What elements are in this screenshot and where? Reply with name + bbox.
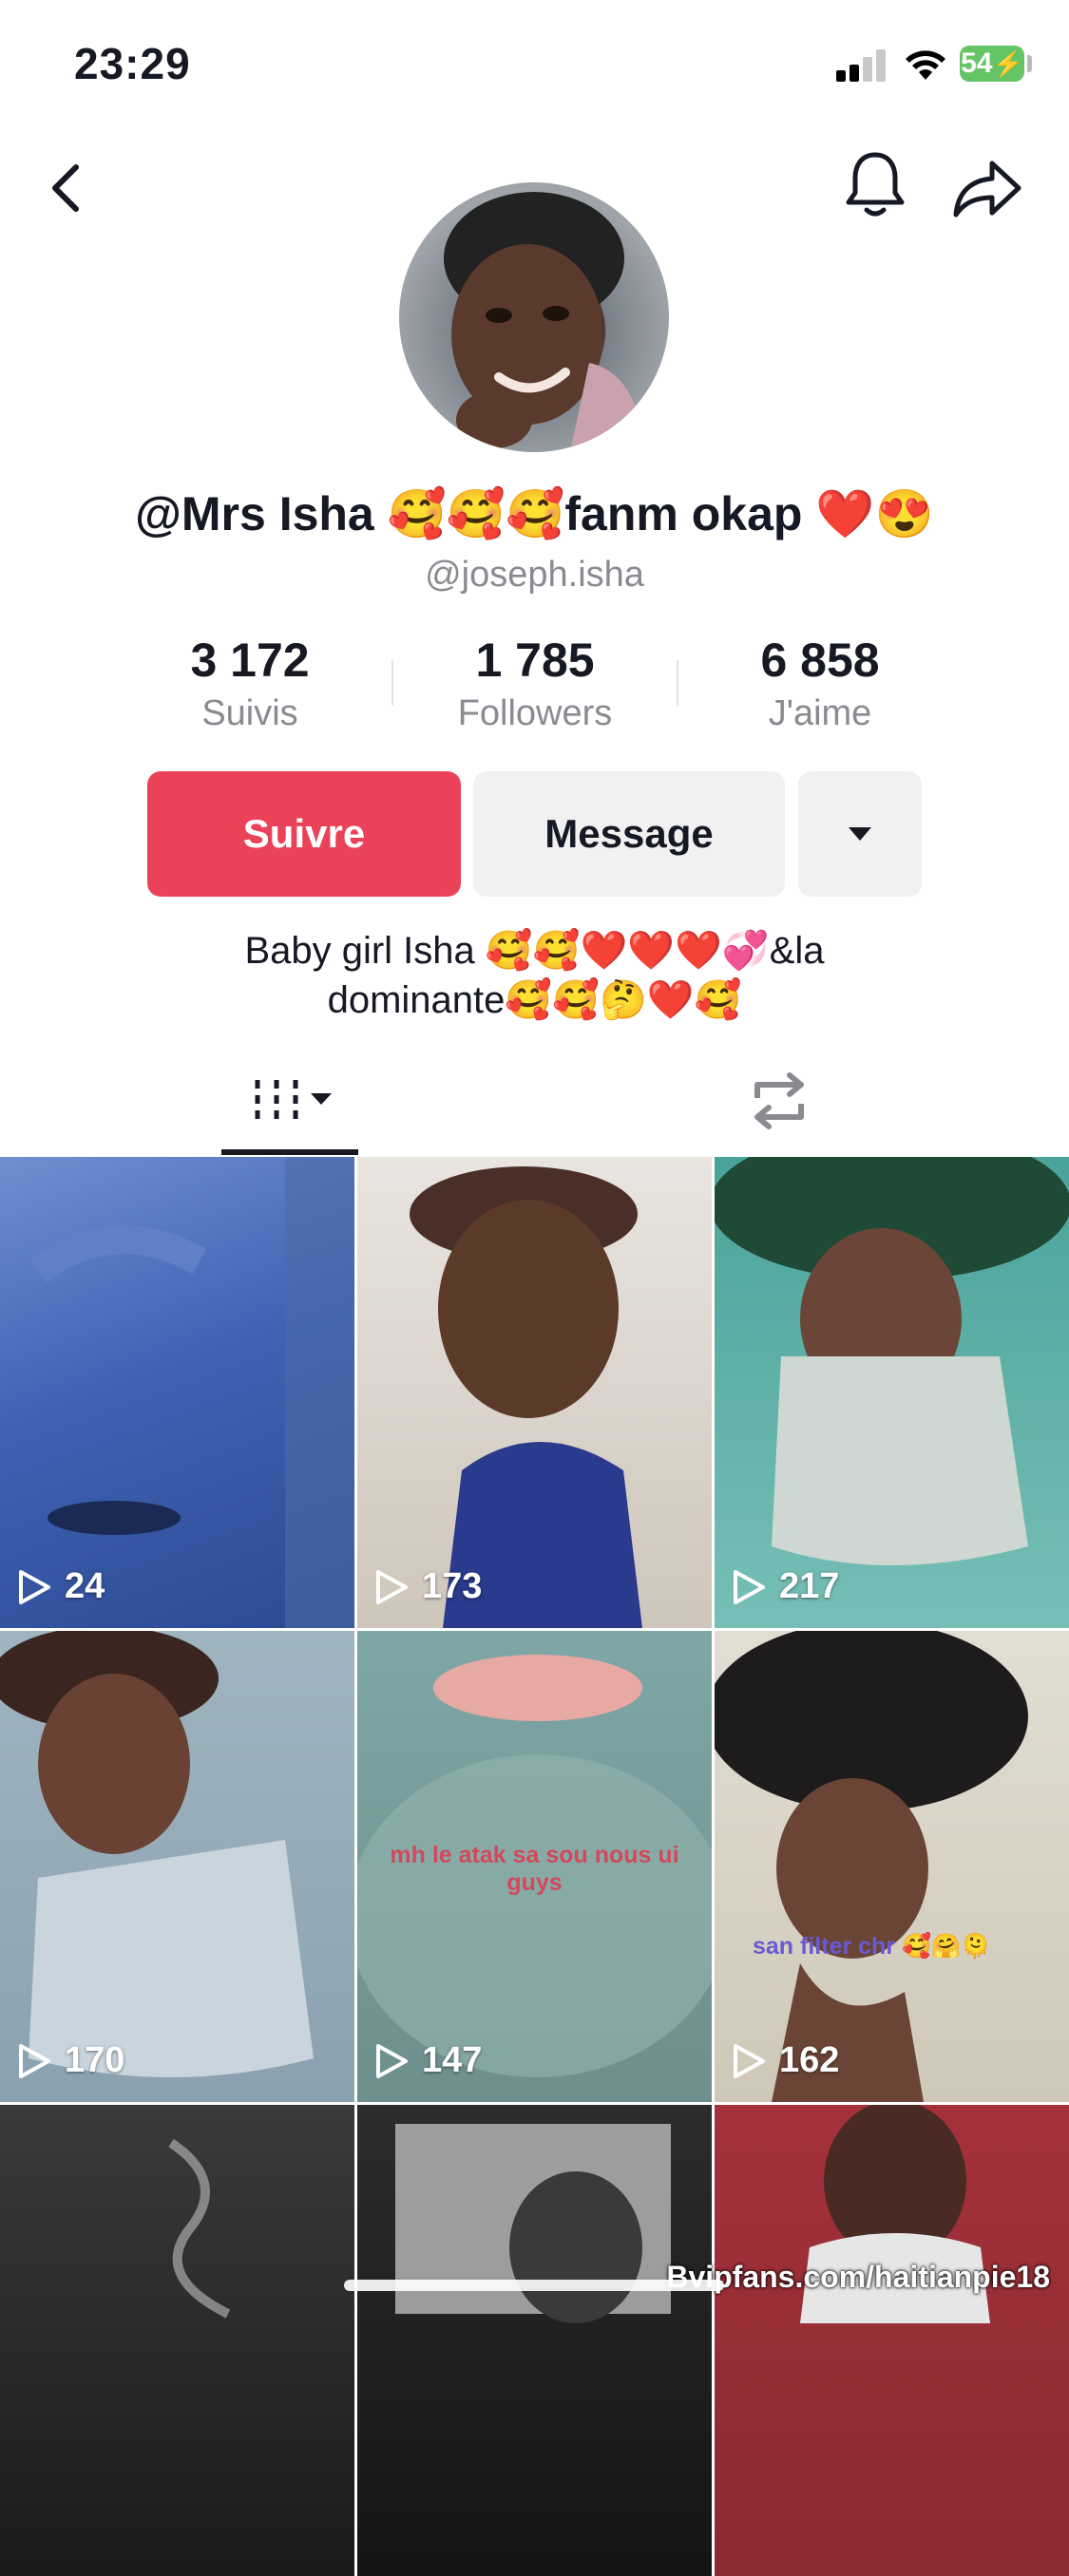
view-count-value: 173 <box>422 1566 483 1606</box>
profile-tabs <box>0 1045 1069 1157</box>
thumbnail-image <box>715 1631 1028 2102</box>
avatar-photo <box>444 192 646 452</box>
video-thumbnail[interactable]: 24 <box>0 1157 354 1628</box>
play-icon <box>19 1569 50 1604</box>
view-count-value: 170 <box>65 2040 125 2080</box>
stat-likes-label: J'aime <box>768 693 872 733</box>
view-count-value: 24 <box>65 1566 105 1606</box>
battery-tip <box>1027 55 1032 72</box>
video-caption: mh le atak sa sou nous ui guys <box>390 1842 679 1896</box>
view-count: 170 <box>17 2040 124 2081</box>
bell-icon <box>846 152 905 217</box>
view-count: 173 <box>374 1566 482 1607</box>
wifi-icon <box>906 50 945 80</box>
more-options-button[interactable] <box>798 771 922 897</box>
stat-followers-value: 1 785 <box>475 634 595 687</box>
thumbnail-image <box>715 1157 1069 1565</box>
stat-following-value: 3 172 <box>190 634 310 687</box>
battery-level: 54 <box>961 47 993 79</box>
stat-followers-label: Followers <box>457 693 613 733</box>
bio: Baby girl Isha 🥰🥰❤️❤️❤️💞&la dominante🥰🥰🤔… <box>114 926 955 1025</box>
stat-followers[interactable]: 1 785 Followers <box>392 633 678 734</box>
view-count: 162 <box>732 2040 839 2081</box>
video-thumbnail[interactable] <box>0 2105 354 2576</box>
back-button[interactable] <box>38 157 91 219</box>
repost-icon <box>754 1072 804 1129</box>
active-tab-indicator <box>221 1149 358 1155</box>
video-thumbnail[interactable]: san filter chr 🥰🤗🫠 162 <box>715 1631 1069 2102</box>
notification-bell-button[interactable] <box>840 147 910 223</box>
status-bar: 23:29 54 ⚡ <box>0 0 1069 133</box>
video-thumbnail[interactable] <box>715 2105 1069 2576</box>
caret-down-icon <box>849 827 871 841</box>
play-icon <box>734 1569 765 1604</box>
avatar[interactable] <box>399 182 669 452</box>
view-count-value: 217 <box>779 1566 840 1606</box>
home-indicator[interactable] <box>344 2280 724 2291</box>
play-icon <box>734 2043 765 2078</box>
stat-likes[interactable]: 6 858 J'aime <box>678 633 963 734</box>
bio-line: dominante🥰🥰🤔❤️🥰 <box>327 979 742 1021</box>
stat-following[interactable]: 3 172 Suivis <box>107 633 392 734</box>
thumbnail-image <box>29 1157 354 1628</box>
status-time: 23:29 <box>74 39 191 88</box>
cellular-signal-icon <box>836 49 889 82</box>
username: @joseph.isha <box>425 555 644 595</box>
message-button[interactable]: Message <box>473 771 785 897</box>
view-count: 24 <box>17 1566 105 1607</box>
stat-following-label: Suivis <box>201 693 298 733</box>
watermark: Bvipfans.com/haitianpie18 <box>666 2260 1050 2294</box>
bio-line: Baby girl Isha 🥰🥰❤️❤️❤️💞&la <box>244 930 825 972</box>
tab-reposts[interactable] <box>722 1045 836 1157</box>
share-arrow-icon <box>953 161 1021 218</box>
video-thumbnail[interactable] <box>357 2105 712 2576</box>
view-count-value: 162 <box>779 2040 840 2080</box>
play-icon <box>376 2043 408 2078</box>
display-name: @Mrs Isha 🥰🥰🥰fanm okap ❤️😍 <box>135 487 934 540</box>
battery-indicator: 54 ⚡ <box>960 46 1024 82</box>
view-count: 147 <box>374 2040 482 2081</box>
thumbnail-image <box>410 1166 642 1628</box>
stat-likes-value: 6 858 <box>760 634 880 687</box>
play-icon <box>19 2043 50 2078</box>
follow-button[interactable]: Suivre <box>147 771 461 897</box>
play-icon <box>376 1569 408 1604</box>
video-thumbnail[interactable]: 173 <box>357 1157 712 1628</box>
share-button[interactable] <box>950 154 1026 222</box>
chevron-left-icon <box>52 164 79 212</box>
view-count-value: 147 <box>422 2040 483 2080</box>
thumbnail-image <box>168 2138 231 2319</box>
grid-icon <box>255 1080 332 1122</box>
thumbnail-image <box>0 1631 314 2077</box>
video-caption: san filter chr 🥰🤗🫠 <box>753 1933 991 1960</box>
tab-videos[interactable] <box>221 1045 358 1157</box>
view-count: 217 <box>732 1566 839 1607</box>
video-thumbnail[interactable]: 170 <box>0 1631 354 2102</box>
video-thumbnail[interactable]: 217 <box>715 1157 1069 1628</box>
video-thumbnail[interactable]: mh le atak sa sou nous ui guys 147 <box>357 1631 712 2102</box>
